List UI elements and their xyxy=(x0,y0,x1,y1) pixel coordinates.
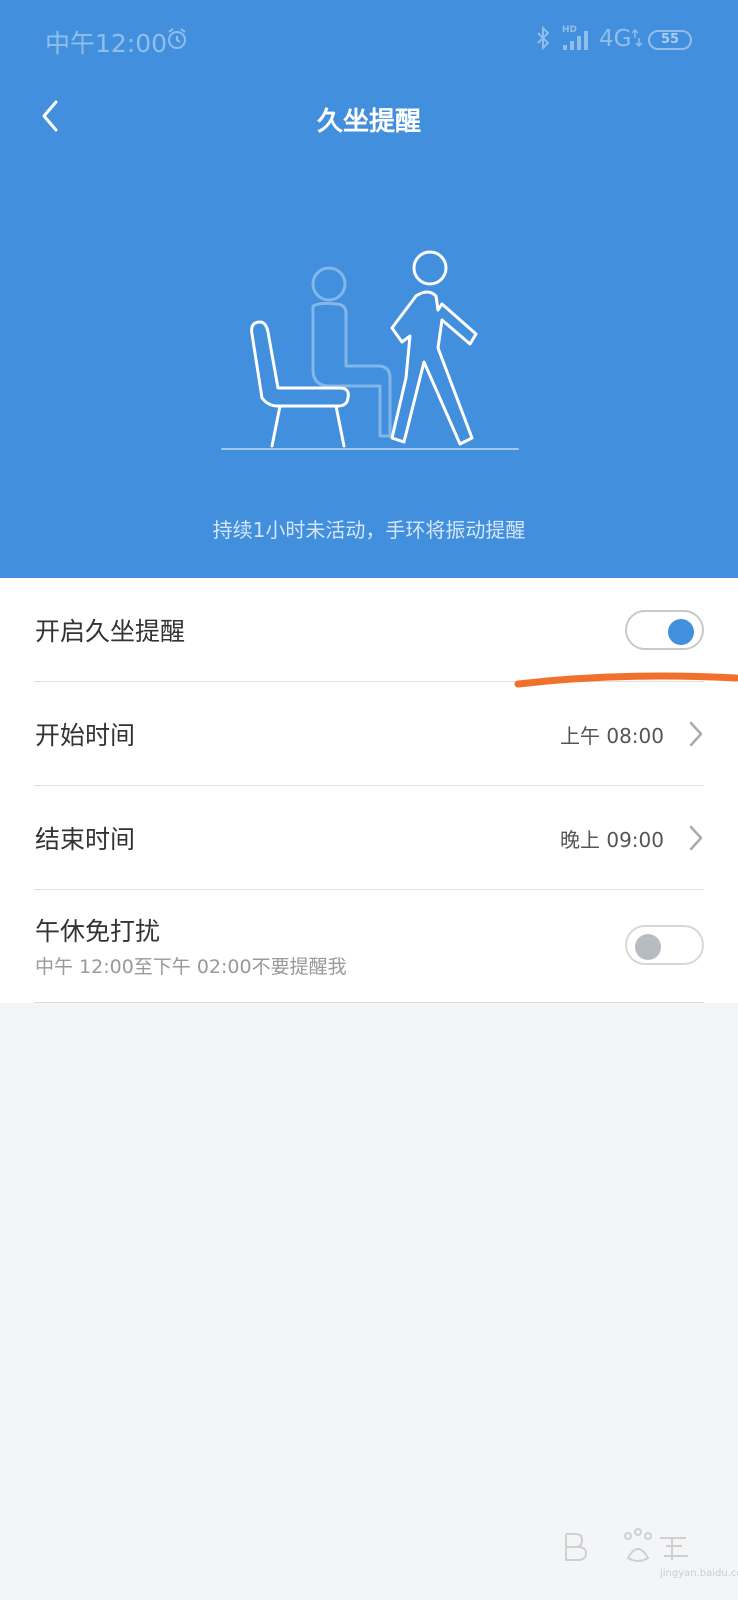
signal-icon xyxy=(563,31,588,50)
battery-level: 55 xyxy=(660,32,680,47)
hero-description: 持续1小时未活动，手环将振动提醒 xyxy=(212,518,526,542)
watermark-url: jingyan.baidu.com xyxy=(660,1568,738,1579)
status-bar: 中午12:00 HD 4G 55 xyxy=(0,0,738,80)
battery-icon: 55 xyxy=(648,30,692,50)
chevron-right-icon xyxy=(689,825,703,851)
nap-dnd-label: 午休免打扰 xyxy=(35,917,161,946)
toggle-knob xyxy=(668,619,694,645)
chair-sitting-walking-person-icon xyxy=(221,250,519,450)
header-hero: 中午12:00 HD 4G 55 久坐提醒 持续1小时未活动，手环将振动提醒 xyxy=(0,0,738,578)
baidu-watermark-logo xyxy=(565,1528,688,1562)
end-time-label: 结束时间 xyxy=(35,825,136,854)
toggle-knob xyxy=(635,934,661,960)
start-time-value: 上午 08:00 xyxy=(560,724,664,748)
network-type: 4G xyxy=(599,26,632,52)
data-arrows-icon xyxy=(632,28,642,48)
settings-list: 开启久坐提醒 开始时间 上午 08:00 结束时间 晚上 09:00 午休免打扰… xyxy=(0,578,738,1003)
end-time-value: 晚上 09:00 xyxy=(560,828,664,852)
start-time-label: 开始时间 xyxy=(35,721,136,750)
divider xyxy=(34,1002,704,1003)
chevron-right-icon xyxy=(689,721,703,747)
nap-dnd-row[interactable]: 午休免打扰 中午 12:00至下午 02:00不要提醒我 xyxy=(0,890,738,1002)
annotation-underline xyxy=(514,672,738,688)
alarm-icon xyxy=(168,28,186,49)
enable-reminder-toggle[interactable] xyxy=(625,610,704,650)
enable-reminder-row[interactable]: 开启久坐提醒 xyxy=(0,578,738,682)
bluetooth-icon xyxy=(537,26,550,50)
status-time: 中午12:00 xyxy=(45,29,168,58)
nap-dnd-toggle[interactable] xyxy=(625,925,704,965)
end-time-row[interactable]: 结束时间 晚上 09:00 xyxy=(0,786,738,890)
start-time-row[interactable]: 开始时间 上午 08:00 xyxy=(0,682,738,786)
enable-reminder-label: 开启久坐提醒 xyxy=(35,617,186,646)
page-title: 久坐提醒 xyxy=(316,107,421,137)
nap-dnd-sublabel: 中午 12:00至下午 02:00不要提醒我 xyxy=(35,956,347,978)
